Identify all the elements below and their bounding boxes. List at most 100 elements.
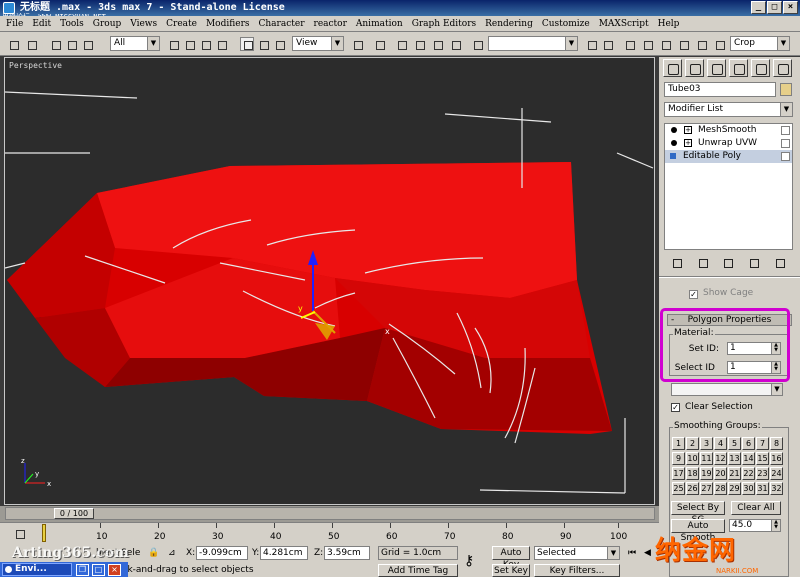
menu-modifiers[interactable]: Modifiers — [206, 16, 250, 31]
render-type-dropdown[interactable]: Crop ▼ — [730, 36, 790, 51]
stack-checkbox[interactable] — [781, 152, 790, 161]
sg-button[interactable]: 27 — [700, 482, 713, 495]
sg-button[interactable]: 16 — [770, 452, 783, 465]
sg-button[interactable]: 15 — [756, 452, 769, 465]
sg-button[interactable]: 11 — [700, 452, 713, 465]
window-crossing-icon[interactable] — [214, 37, 228, 51]
sg-button[interactable]: 31 — [756, 482, 769, 495]
select-by-sg-button[interactable]: Select By SG — [671, 501, 725, 525]
taskbar-restore-icon[interactable]: ❐ — [76, 564, 89, 576]
sg-button[interactable]: 8 — [770, 437, 783, 450]
sg-button[interactable]: 4 — [714, 437, 727, 450]
minimize-icon[interactable]: _ — [751, 1, 766, 14]
playhead[interactable] — [42, 524, 46, 542]
menu-rendering[interactable]: Rendering — [485, 16, 533, 31]
stack-item-editable-poly[interactable]: Editable Poly — [665, 150, 792, 163]
close-icon[interactable]: × — [783, 1, 798, 14]
menu-character[interactable]: Character — [259, 16, 305, 31]
sg-button[interactable]: 14 — [742, 452, 755, 465]
show-cage-checkbox[interactable]: ✓ — [689, 290, 698, 299]
menu-customize[interactable]: Customize — [542, 16, 590, 31]
scale-icon[interactable] — [272, 37, 286, 51]
sg-button[interactable]: 26 — [686, 482, 699, 495]
sg-button[interactable]: 13 — [728, 452, 741, 465]
spinner-snap-icon[interactable] — [448, 37, 462, 51]
modifier-list-dropdown[interactable]: Modifier List ▼ — [664, 102, 793, 117]
menu-edit[interactable]: Edit — [32, 16, 51, 31]
time-slider[interactable]: 0 / 100 — [5, 507, 655, 520]
link-icon[interactable] — [48, 37, 62, 51]
align-icon[interactable] — [600, 37, 614, 51]
sg-button[interactable]: 2 — [686, 437, 699, 450]
sg-button[interactable]: 24 — [770, 467, 783, 480]
menu-animation[interactable]: Animation — [356, 16, 403, 31]
add-time-tag-button[interactable]: Add Time Tag — [378, 564, 458, 577]
lightbulb-icon[interactable] — [671, 140, 677, 146]
material-name-dropdown[interactable]: ▼ — [671, 383, 783, 396]
open-mini-curve-icon[interactable] — [12, 526, 26, 540]
expand-icon[interactable]: + — [684, 126, 692, 134]
clear-selection-checkbox[interactable]: ✓ — [671, 403, 680, 412]
angle-snap-icon[interactable] — [412, 37, 426, 51]
motion-tab-icon[interactable] — [729, 59, 748, 77]
menu-group[interactable]: Group — [93, 16, 121, 31]
object-color-swatch[interactable] — [780, 83, 792, 96]
menu-tools[interactable]: Tools — [60, 16, 84, 31]
sg-button[interactable]: 29 — [728, 482, 741, 495]
sg-button[interactable]: 9 — [672, 452, 685, 465]
sg-button[interactable]: 30 — [742, 482, 755, 495]
clear-all-button[interactable]: Clear All — [731, 501, 781, 515]
menu-file[interactable]: File — [6, 16, 23, 31]
perspective-viewport[interactable]: Perspective y x z y x — [4, 57, 655, 505]
menu-maxscript[interactable]: MAXScript — [599, 16, 649, 31]
menu-views[interactable]: Views — [130, 16, 157, 31]
move-icon[interactable] — [240, 37, 254, 51]
sg-button[interactable]: 23 — [756, 467, 769, 480]
sg-button[interactable]: 19 — [700, 467, 713, 480]
unlink-icon[interactable] — [64, 37, 78, 51]
select-by-name-icon[interactable] — [182, 37, 196, 51]
auto-key-button[interactable]: Auto Key — [492, 546, 530, 570]
select-object-icon[interactable] — [166, 37, 180, 51]
modify-tab-icon[interactable] — [685, 59, 704, 77]
absolute-mode-icon[interactable]: ⊿ — [168, 546, 176, 560]
undo-icon[interactable] — [6, 37, 20, 51]
key-mode-dropdown[interactable]: Selected ▼ — [534, 546, 620, 560]
track-bar[interactable]: 10 20 30 40 50 60 70 80 90 100 — [0, 522, 659, 544]
lightbulb-icon[interactable] — [671, 127, 677, 133]
set-key-button[interactable]: Set Key — [492, 564, 530, 577]
sg-button[interactable]: 12 — [714, 452, 727, 465]
reference-coord-dropdown[interactable]: View ▼ — [292, 36, 344, 51]
menu-reactor[interactable]: reactor — [314, 16, 347, 31]
selection-filter-dropdown[interactable]: All ▼ — [110, 36, 160, 51]
sg-button[interactable]: 17 — [672, 467, 685, 480]
schematic-view-icon[interactable] — [658, 37, 672, 51]
sg-button[interactable]: 21 — [728, 467, 741, 480]
material-editor-icon[interactable] — [676, 37, 690, 51]
stack-checkbox[interactable] — [781, 126, 790, 135]
named-selection-dropdown[interactable]: ▼ — [488, 36, 578, 51]
x-coord-field[interactable]: -9.099cm — [196, 546, 248, 560]
auto-smooth-spinner[interactable]: 45.0 ▲ ▼ — [729, 519, 781, 532]
goto-start-icon[interactable]: ⏮ — [628, 546, 636, 560]
stack-checkbox[interactable] — [781, 139, 790, 148]
sg-button[interactable]: 32 — [770, 482, 783, 495]
create-tab-icon[interactable] — [663, 59, 682, 77]
configure-sets-icon[interactable] — [774, 257, 786, 269]
sg-button[interactable]: 5 — [728, 437, 741, 450]
sg-button[interactable]: 10 — [686, 452, 699, 465]
make-unique-icon[interactable] — [722, 257, 734, 269]
sg-button[interactable]: 18 — [686, 467, 699, 480]
sg-button[interactable]: 1 — [672, 437, 685, 450]
named-sel-icon[interactable] — [470, 37, 484, 51]
lock-selection-icon[interactable]: 🔒 — [148, 546, 159, 560]
sg-button[interactable]: 28 — [714, 482, 727, 495]
rotate-icon[interactable] — [256, 37, 270, 51]
bind-space-warp-icon[interactable] — [80, 37, 94, 51]
object-name-field[interactable]: Tube03 — [664, 82, 776, 97]
select-manipulate-icon[interactable] — [372, 37, 386, 51]
taskbar-close-icon[interactable]: × — [108, 564, 121, 576]
expand-icon[interactable]: + — [684, 139, 692, 147]
redo-icon[interactable] — [24, 37, 38, 51]
window-title-bar[interactable]: 无标题 .max - 3ds max 7 - Stand-alone Licen… — [0, 0, 800, 21]
